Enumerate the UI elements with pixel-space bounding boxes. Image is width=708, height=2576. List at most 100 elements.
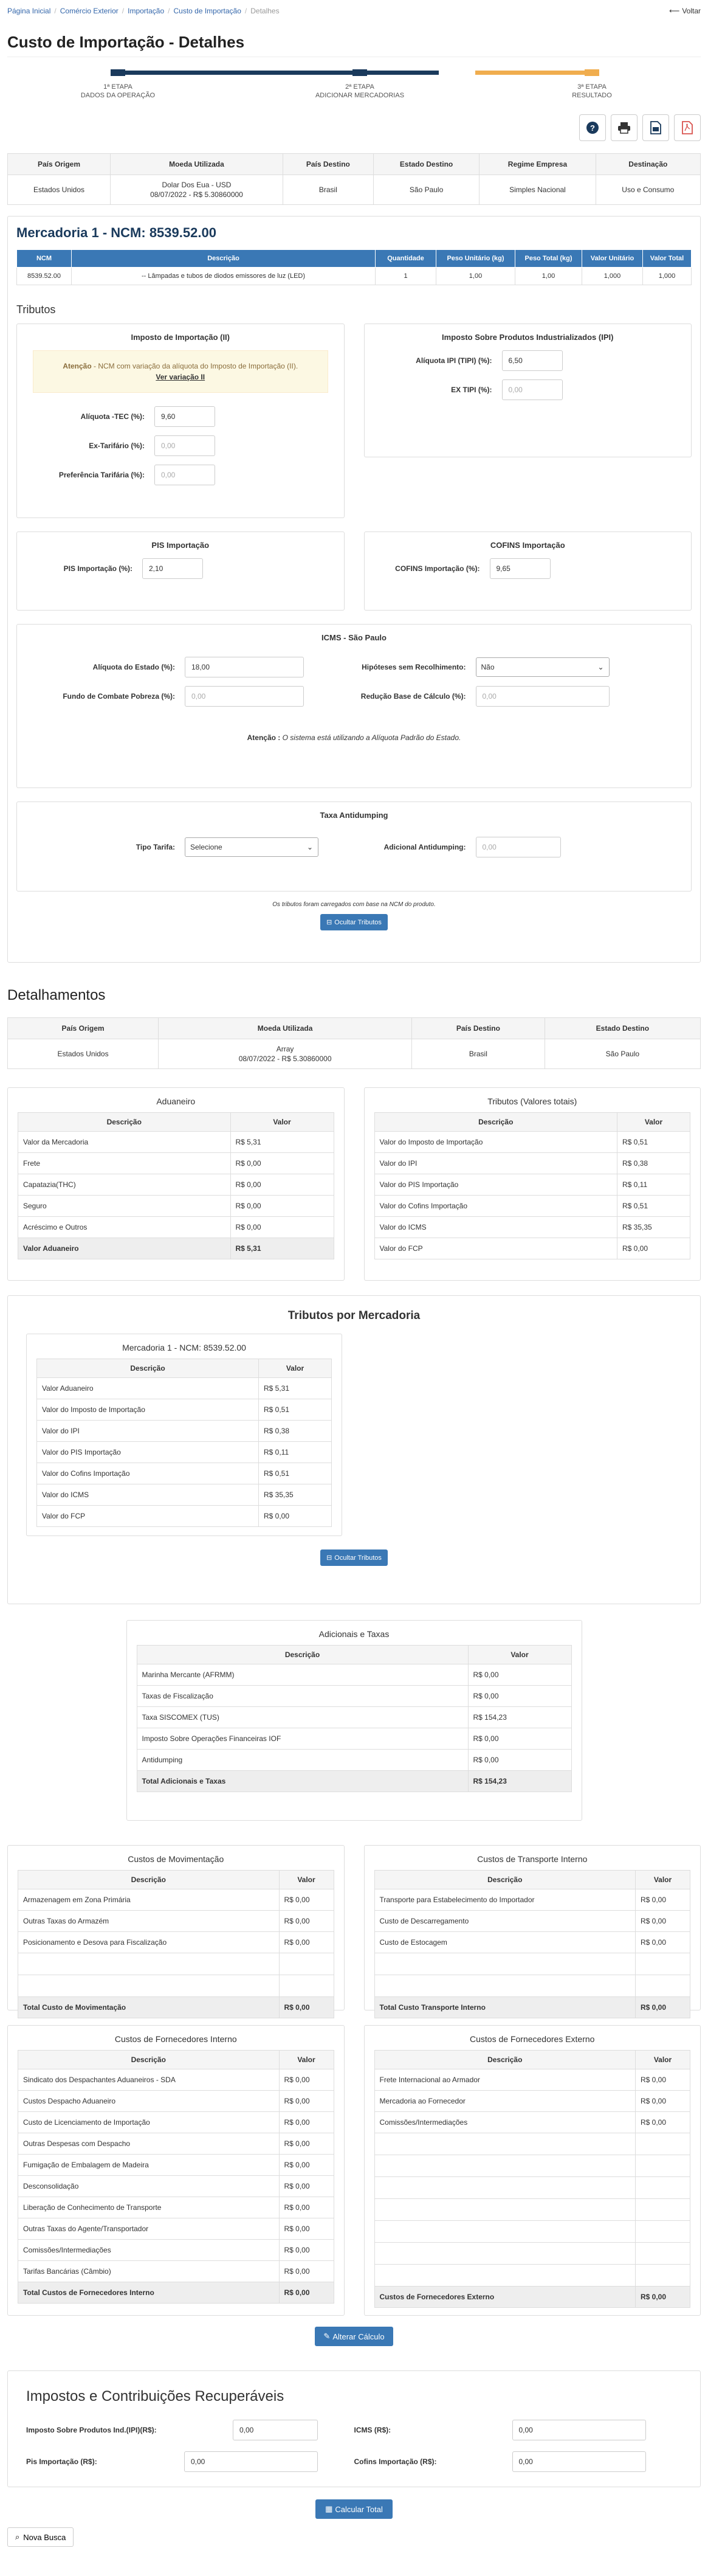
toolbar: ? bbox=[7, 114, 701, 141]
table-row: Custos Despacho Aduaneiro R$ 0,00 bbox=[18, 2090, 334, 2112]
pis-box: PIS Importação PIS Importação (%): 2,10 bbox=[16, 531, 345, 611]
icms-reducao-input[interactable]: 0,00 bbox=[475, 686, 610, 707]
cofins-input[interactable]: 9,65 bbox=[489, 558, 551, 579]
tributos-mercadoria-table: Descrição Valor Valor Aduaneiro R$ 5,31 Va… bbox=[36, 1359, 332, 1527]
tributos-footnote: Os tributos foram carregados com base na… bbox=[272, 901, 436, 908]
movimentacao-table: Descrição Valor Armazenagem em Zona Primá… bbox=[18, 1870, 334, 2018]
rec-icms-input[interactable]: 0,00 bbox=[512, 2420, 646, 2440]
ii-ex-input[interactable]: 0,00 bbox=[154, 435, 215, 456]
detalhamentos-table: País Origem Moeda Utilizada País Destino… bbox=[7, 1017, 701, 1069]
rec-cofins-input[interactable]: 0,00 bbox=[512, 2451, 646, 2472]
ii-pref-label: Preferência Tarifária (%): bbox=[58, 471, 145, 479]
rec-ipi-input[interactable]: 0,00 bbox=[233, 2420, 318, 2440]
ipi-aliquota-input[interactable]: 6,50 bbox=[501, 350, 563, 371]
table-row: Outras Taxas do Agente/Transportador R$ 0… bbox=[18, 2218, 334, 2240]
alterar-calculo-button[interactable]: ✎ Alterar Cálculo bbox=[315, 2327, 393, 2346]
table-row: Armazenagem em Zona Primária R$ 0,00 bbox=[18, 1889, 334, 1911]
tributos-totais-table: Descrição Valor Valor do Imposto de Impor… bbox=[374, 1112, 690, 1259]
rec-ipi-label: Imposto Sobre Produtos Ind.(IPI)(R$): bbox=[26, 2426, 157, 2434]
icms-note: Atenção : O sistema está utilizando a Al… bbox=[27, 733, 681, 742]
operation-table: País Origem Moeda Utilizada País Destino… bbox=[7, 153, 701, 205]
total-row: Total Custos de Fornecedores Interno R$ 0… bbox=[18, 2282, 334, 2304]
step-line-done-2 bbox=[366, 71, 439, 75]
calcular-total-button[interactable]: ▦ Calcular Total bbox=[315, 2499, 393, 2519]
tributos-header-desc: Descrição bbox=[374, 1112, 617, 1132]
antidumping-adicional-input[interactable]: 0,00 bbox=[475, 837, 561, 857]
pis-input[interactable]: 2,10 bbox=[142, 558, 203, 579]
aduaneiro-title: Aduaneiro bbox=[156, 1096, 196, 1106]
icms-box: ICMS - São Paulo Alíquota do Estado (%):… bbox=[16, 624, 692, 788]
ii-aliquota-input[interactable]: 9,60 bbox=[154, 406, 215, 427]
icms-fcp-input[interactable]: 0,00 bbox=[185, 686, 304, 707]
help-button[interactable]: ? bbox=[579, 114, 606, 141]
aduaneiro-card: Aduaneiro Descrição Valor Valor da Mercad… bbox=[7, 1087, 345, 1281]
document-button[interactable] bbox=[642, 114, 669, 141]
transporte-title: Custos de Transporte Interno bbox=[477, 1854, 588, 1864]
icms-note-text: O sistema está utilizando a Alíquota Pad… bbox=[280, 733, 461, 742]
ipi-ex-input[interactable]: 0,00 bbox=[501, 379, 563, 400]
table-row: Marinha Mercante (AFRMM) R$ 0,00 bbox=[136, 1664, 572, 1686]
voltar-link[interactable]: ⟵ Voltar bbox=[669, 7, 701, 15]
det-header-estado-destino: Estado Destino bbox=[544, 1017, 701, 1039]
print-button[interactable] bbox=[611, 114, 638, 141]
minus-square-icon: ⊟ bbox=[326, 919, 332, 926]
total-row: Total Custo Transporte Interno R$ 0,00 bbox=[374, 1996, 690, 2018]
rec-pis-input[interactable]: 0,00 bbox=[184, 2451, 318, 2472]
icms-hipoteses-value: Não bbox=[481, 663, 495, 671]
forn-externo-table: Descrição Valor Frete Internacional ao Ar… bbox=[374, 2050, 690, 2308]
descricao-cell: -- Lâmpadas e tubos de diodos emissores … bbox=[71, 267, 376, 285]
transporte-table: Descrição Valor Transporte para Estabelec… bbox=[374, 1870, 690, 2018]
page-title: Custo de Importação - Detalhes bbox=[7, 33, 245, 51]
fi-header-valor: Valor bbox=[278, 2050, 334, 2069]
table-row: Custo de Licenciamento de Importação R$ 0… bbox=[18, 2111, 334, 2133]
forn-interno-title: Custos de Fornecedores Interno bbox=[114, 2034, 237, 2044]
adicionais-table: Descrição Valor Marinha Mercante (AFRMM) R… bbox=[136, 1645, 572, 1792]
tributos-mercadoria-card-title: Mercadoria 1 - NCM: 8539.52.00 bbox=[122, 1343, 246, 1352]
table-row bbox=[374, 1953, 690, 1975]
movimentacao-card: Custos de Movimentação Descrição Valor Ar… bbox=[7, 1845, 345, 2018]
cell-estado-destino: São Paulo bbox=[373, 175, 480, 205]
total-row: Valor Aduaneiro R$ 5,31 bbox=[18, 1238, 334, 1259]
icms-hipoteses-select[interactable]: Não ⌄ bbox=[475, 657, 610, 677]
search-icon: ⌕ bbox=[15, 2532, 20, 2541]
table-row: Frete Internacional ao Armador R$ 0,00 bbox=[374, 2069, 690, 2091]
step-3-label: 3ª ETAPA RESULTADO bbox=[572, 83, 612, 99]
table-row: Taxa SISCOMEX (TUS) R$ 154,23 bbox=[136, 1706, 572, 1728]
tributos-totais-card: Tributos (Valores totais) Descrição Valor… bbox=[363, 1087, 701, 1281]
table-row: Comissões/Intermediações R$ 0,00 bbox=[374, 2111, 690, 2133]
cell-regime: Simples Nacional bbox=[479, 175, 596, 205]
ocultar-tributos-button[interactable]: ⊟ Ocultar Tributos bbox=[320, 914, 388, 930]
nova-busca-button[interactable]: ⌕ Nova Busca bbox=[7, 2527, 74, 2547]
tm-header-valor: Valor bbox=[258, 1359, 332, 1378]
antidumping-tipo-select[interactable]: Selecione ⌄ bbox=[185, 837, 318, 857]
breadcrumb-custo[interactable]: Custo de Importação bbox=[173, 7, 241, 15]
table-row: Valor do ICMS R$ 35,35 bbox=[374, 1216, 690, 1238]
det-header-pais-destino: País Destino bbox=[411, 1017, 545, 1039]
mov-header-desc: Descrição bbox=[18, 1870, 280, 1889]
peso-total-cell: 1,00 bbox=[515, 267, 582, 285]
breadcrumb-comercio[interactable]: Comércio Exterior bbox=[60, 7, 119, 15]
pdf-button[interactable] bbox=[674, 114, 701, 141]
table-row: Valor do ICMS R$ 35,35 bbox=[36, 1484, 332, 1506]
ii-box: Imposto de Importação (II) Atenção - NCM… bbox=[16, 324, 345, 518]
ocultar-tributos-mercadoria-button[interactable]: ⊟ Ocultar Tributos bbox=[320, 1549, 388, 1566]
cell-pais-destino: Brasil bbox=[282, 175, 374, 205]
ipi-ex-label: EX TIPI (%): bbox=[451, 386, 492, 394]
table-row bbox=[374, 2176, 690, 2199]
icms-reducao-label: Redução Base de Cálculo (%): bbox=[360, 692, 466, 701]
det-cell-pais-destino: Brasil bbox=[411, 1039, 545, 1069]
ii-pref-input[interactable]: 0,00 bbox=[154, 465, 215, 485]
breadcrumb-home[interactable]: Página Inicial bbox=[7, 7, 50, 15]
step-2-marker bbox=[352, 69, 367, 76]
table-row: Imposto Sobre Operações Financeiras IOF R… bbox=[136, 1728, 572, 1750]
pis-label: PIS Importação (%): bbox=[63, 564, 132, 573]
ver-variacao-link[interactable]: Ver variação II bbox=[156, 373, 205, 381]
detalhamentos-heading: Detalhamentos bbox=[7, 987, 106, 1003]
icms-aliquota-input[interactable]: 18,00 bbox=[185, 657, 304, 677]
total-row: Custos de Fornecedores Externo R$ 0,00 bbox=[374, 2286, 690, 2308]
table-row: Valor Aduaneiro R$ 5,31 bbox=[36, 1377, 332, 1399]
voltar-label: Voltar bbox=[682, 7, 701, 15]
table-row: Valor do Cofins Importação R$ 0,51 bbox=[374, 1195, 690, 1217]
breadcrumb-importacao[interactable]: Importação bbox=[128, 7, 164, 15]
print-icon bbox=[618, 122, 630, 134]
